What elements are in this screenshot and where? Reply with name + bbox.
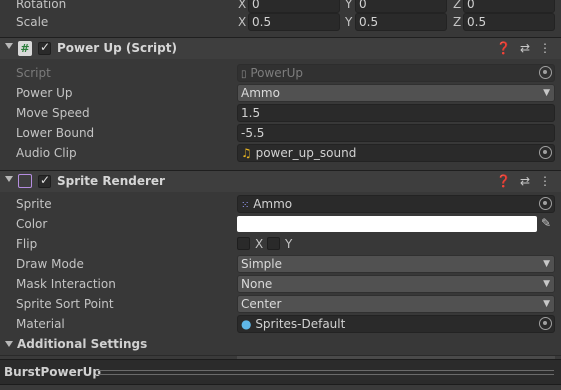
material-value: Sprites-Default [255, 317, 346, 331]
material-field[interactable]: ● Sprites-Default [237, 315, 555, 333]
lower-bound-field[interactable]: -5.5 [237, 124, 555, 142]
script-file-icon: ▯ [241, 69, 247, 80]
sort-point-label: Sprite Sort Point [16, 297, 114, 311]
scale-row: Scale X 0.5 Y 0.5 Z 0.5 [0, 12, 561, 32]
rotation-y-label: Y [345, 0, 353, 11]
move-speed-label: Move Speed [16, 106, 90, 120]
audio-clip-field[interactable]: ♫ power_up_sound [237, 144, 555, 162]
script-value: PowerUp [250, 66, 304, 80]
additional-settings-row[interactable]: Additional Settings [0, 334, 561, 354]
kebab-menu-icon[interactable]: ⋮ [539, 41, 551, 55]
mask-interaction-label: Mask Interaction [16, 277, 116, 291]
sprite-renderer-header[interactable]: Sprite Renderer ❓ ⇄ ⋮ [0, 170, 561, 192]
rotation-z-label: Z [453, 0, 462, 11]
draw-mode-label: Draw Mode [16, 257, 84, 271]
chevron-down-icon: ▼ [543, 299, 550, 309]
rotation-x-label: X [238, 0, 247, 11]
sprite-renderer-title: Sprite Renderer [57, 174, 165, 188]
flip-label: Flip [16, 237, 38, 251]
help-icon[interactable]: ❓ [496, 174, 511, 188]
audio-clip-icon: ♫ [241, 146, 252, 160]
scale-x-field[interactable]: 0.5 [248, 13, 340, 31]
sprite-value: Ammo [253, 197, 293, 211]
object-picker-icon[interactable] [539, 146, 552, 159]
flip-x-label: X [255, 237, 264, 251]
foldout-arrow-icon[interactable] [5, 43, 13, 49]
powerup-row: Power Up Ammo ▼ [0, 83, 561, 103]
kebab-menu-icon[interactable]: ⋮ [539, 174, 551, 188]
flip-x-checkbox[interactable] [237, 237, 250, 250]
presets-icon[interactable]: ⇄ [520, 41, 530, 55]
chevron-down-icon: ▼ [543, 88, 550, 98]
lower-bound-row: Lower Bound -5.5 [0, 123, 561, 143]
powerup-label: Power Up [16, 86, 73, 100]
powerup-component-header[interactable]: # Power Up (Script) ❓ ⇄ ⋮ [0, 37, 561, 59]
scale-y-label: Y [345, 15, 353, 29]
audio-clip-value: power_up_sound [255, 146, 357, 160]
preview-header[interactable]: BurstPowerUp [0, 359, 561, 385]
draw-mode-dropdown[interactable]: Simple ▼ [237, 255, 555, 273]
header-icons: ❓ ⇄ ⋮ [487, 41, 551, 55]
draw-mode-row: Draw Mode Simple ▼ [0, 254, 561, 274]
object-picker-icon [539, 66, 552, 79]
sprite-label: Sprite [16, 197, 52, 211]
move-speed-row: Move Speed 1.5 [0, 103, 561, 123]
sprite-renderer-enabled-checkbox[interactable] [38, 173, 51, 188]
material-label: Material [16, 317, 65, 331]
chevron-down-icon: ▼ [543, 259, 550, 269]
script-row: Script ▯ PowerUp [0, 63, 561, 83]
sprite-field[interactable]: ⁙ Ammo [237, 195, 555, 213]
scale-z-label: Z [453, 15, 462, 29]
sprite-asset-icon: ⁙ [241, 200, 250, 211]
mask-interaction-dropdown[interactable]: None ▼ [237, 275, 555, 293]
scale-x-label: X [238, 15, 247, 29]
sprite-row: Sprite ⁙ Ammo [0, 194, 561, 214]
move-speed-field[interactable]: 1.5 [237, 104, 555, 122]
audio-clip-label: Audio Clip [16, 146, 77, 160]
sprite-renderer-icon [18, 174, 32, 188]
sort-point-value: Center [241, 297, 282, 311]
script-icon: # [18, 41, 32, 56]
powerup-enabled-checkbox[interactable] [38, 40, 51, 55]
lower-bound-label: Lower Bound [16, 126, 95, 140]
foldout-arrow-icon[interactable] [5, 341, 13, 347]
mask-interaction-row: Mask Interaction None ▼ [0, 274, 561, 294]
additional-settings-label: Additional Settings [17, 337, 148, 351]
material-icon: ● [241, 317, 252, 331]
drag-handle[interactable] [96, 370, 554, 375]
material-preview-strip: BurstPowerUp [0, 355, 561, 390]
object-picker-icon[interactable] [539, 197, 552, 210]
help-icon[interactable]: ❓ [496, 41, 511, 55]
flip-row: Flip X Y [0, 234, 561, 254]
color-label: Color [16, 217, 48, 231]
flip-y-label: Y [285, 237, 293, 251]
scale-z-field[interactable]: 0.5 [463, 13, 555, 31]
foldout-arrow-icon[interactable] [5, 176, 13, 182]
scale-label: Scale [16, 15, 49, 29]
chevron-down-icon: ▼ [543, 279, 550, 289]
header-icons: ❓ ⇄ ⋮ [487, 174, 551, 188]
preview-title: BurstPowerUp [4, 365, 102, 379]
rotation-label: Rotation [16, 0, 67, 11]
script-field: ▯ PowerUp [237, 64, 555, 82]
sort-point-row: Sprite Sort Point Center ▼ [0, 294, 561, 314]
powerup-title: Power Up (Script) [57, 41, 177, 55]
audio-clip-row: Audio Clip ♫ power_up_sound [0, 143, 561, 163]
flip-y-checkbox[interactable] [267, 237, 280, 250]
scale-y-field[interactable]: 0.5 [355, 13, 447, 31]
script-label: Script [16, 66, 51, 80]
material-row: Material ● Sprites-Default [0, 314, 561, 334]
eyedropper-icon[interactable]: ✎ [541, 216, 551, 230]
powerup-value: Ammo [241, 86, 280, 100]
mask-interaction-value: None [241, 277, 273, 291]
draw-mode-value: Simple [241, 257, 282, 271]
color-row: Color ✎ [0, 214, 561, 234]
color-swatch[interactable] [237, 216, 537, 232]
sort-point-dropdown[interactable]: Center ▼ [237, 295, 555, 313]
presets-icon[interactable]: ⇄ [520, 174, 530, 188]
object-picker-icon[interactable] [539, 317, 552, 330]
powerup-dropdown[interactable]: Ammo ▼ [237, 84, 555, 102]
